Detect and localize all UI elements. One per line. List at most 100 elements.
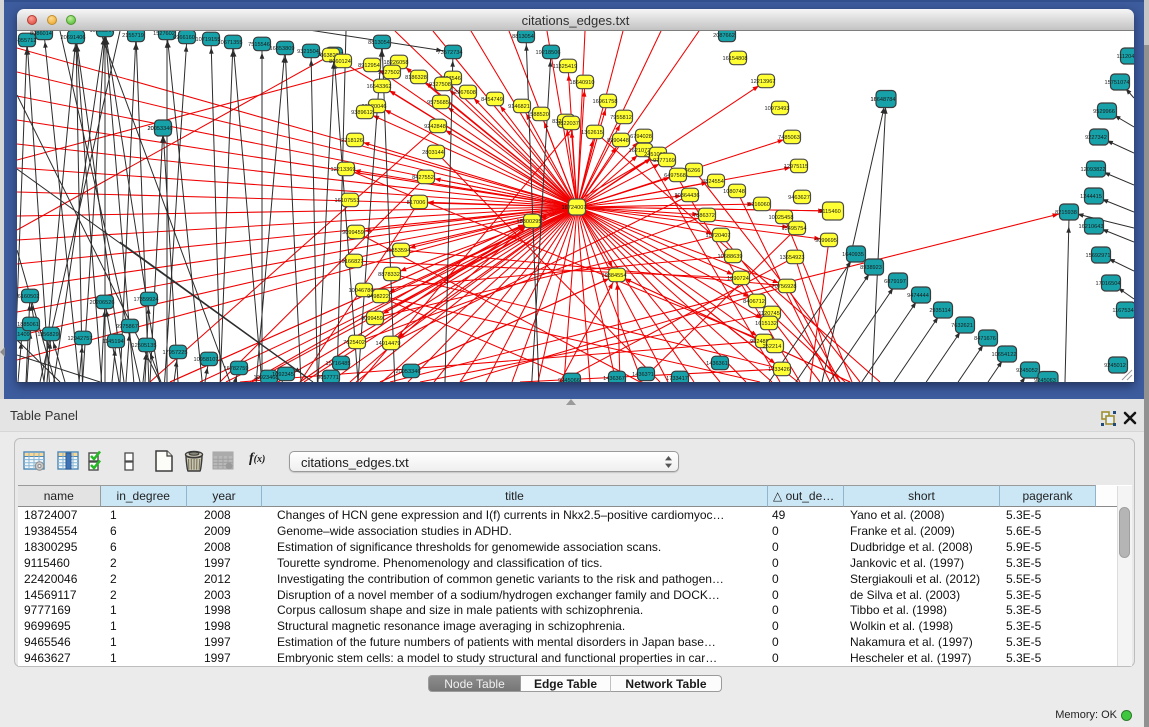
svg-text:20053346: 20053346 (396, 369, 421, 375)
svg-text:3911409: 3911409 (17, 332, 30, 338)
svg-text:6879197: 6879197 (884, 279, 906, 285)
svg-text:252214: 252214 (763, 344, 782, 350)
svg-text:6497568: 6497568 (664, 173, 686, 179)
svg-text:8813054: 8813054 (368, 40, 390, 46)
svg-text:18300295: 18300295 (517, 219, 542, 225)
svg-text:15720407: 15720407 (706, 233, 731, 239)
svg-text:1145194: 1145194 (102, 339, 123, 345)
svg-text:8660124: 8660124 (329, 59, 351, 65)
svg-text:1436361: 1436361 (706, 361, 728, 367)
svg-text:8813054: 8813054 (512, 34, 534, 40)
svg-text:9321504: 9321504 (297, 49, 319, 55)
svg-text:9529966: 9529966 (1093, 109, 1115, 115)
svg-text:3822037: 3822037 (557, 121, 579, 127)
svg-text:9327502: 9327502 (378, 70, 400, 76)
svg-text:1885061: 1885061 (17, 322, 39, 328)
svg-text:15751074: 15751074 (1105, 80, 1130, 86)
svg-text:9975867: 9975867 (116, 324, 138, 330)
svg-text:6216060: 6216060 (748, 202, 770, 208)
svg-text:7515546: 7515546 (248, 42, 270, 48)
svg-text:2087662: 2087662 (713, 33, 735, 39)
svg-text:13654923: 13654923 (780, 255, 805, 261)
svg-text:2155719: 2155719 (122, 33, 144, 39)
svg-text:1615132: 1615132 (755, 321, 777, 327)
svg-text:817006: 817006 (407, 200, 426, 206)
svg-text:7886372: 7886372 (693, 213, 715, 219)
svg-text:8938923: 8938923 (860, 265, 882, 271)
svg-text:1167534: 1167534 (1112, 308, 1133, 314)
svg-text:16107553: 16107553 (335, 198, 360, 204)
svg-text:11353594: 11353594 (386, 248, 410, 254)
svg-text:10671355: 10671355 (218, 40, 243, 46)
svg-text:8406712: 8406712 (743, 299, 765, 305)
svg-text:9245052: 9245052 (1016, 368, 1038, 374)
svg-text:9245066: 9245066 (558, 378, 580, 382)
svg-text:14914479: 14914479 (376, 341, 401, 347)
svg-text:2935114: 2935114 (929, 308, 950, 314)
svg-text:9115460: 9115460 (819, 209, 840, 215)
svg-text:9498222: 9498222 (367, 294, 389, 300)
svg-text:1112043: 1112043 (1117, 54, 1134, 60)
svg-text:19384554: 19384554 (602, 273, 627, 279)
svg-text:8215938: 8215938 (1055, 210, 1077, 216)
svg-text:9463627: 9463627 (788, 195, 810, 201)
svg-text:8454749: 8454749 (481, 97, 503, 103)
svg-text:73572734: 73572734 (438, 50, 463, 56)
svg-text:12213369: 12213369 (331, 167, 356, 173)
svg-text:16961758: 16961758 (593, 99, 618, 105)
svg-text:10973493: 10973493 (765, 106, 790, 112)
svg-text:9099459: 9099459 (361, 316, 383, 322)
svg-text:8912954: 8912954 (358, 63, 380, 69)
svg-text:7955812: 7955812 (610, 115, 632, 121)
svg-text:6794028: 6794028 (630, 134, 652, 140)
svg-text:16853809: 16853809 (270, 46, 295, 52)
svg-text:12505135: 12505135 (132, 343, 157, 349)
svg-text:20691406: 20691406 (61, 35, 86, 41)
svg-text:12942757: 12942757 (68, 336, 93, 342)
svg-text:9657771: 9657771 (317, 375, 339, 381)
svg-text:20206526: 20206526 (90, 300, 115, 306)
svg-text:2718126: 2718126 (341, 138, 363, 144)
svg-text:1436367: 1436367 (603, 376, 625, 382)
svg-text:7625402: 7625402 (343, 340, 365, 346)
svg-text:10688639: 10688639 (718, 254, 743, 260)
svg-text:8471676: 8471676 (974, 336, 996, 342)
svg-text:16154808: 16154808 (723, 56, 748, 62)
svg-text:1362615: 1362615 (581, 130, 603, 136)
svg-text:1733417: 1733417 (666, 376, 688, 382)
svg-text:70756928: 70756928 (772, 284, 797, 290)
svg-text:8990448: 8990448 (607, 138, 629, 144)
svg-text:16210643: 16210643 (1079, 224, 1104, 230)
svg-text:9777169: 9777169 (653, 158, 675, 164)
svg-text:1156829: 1156829 (37, 332, 58, 338)
svg-text:11325419: 11325419 (553, 64, 577, 70)
svg-text:19166827: 19166827 (339, 259, 364, 265)
svg-text:10653267: 10653267 (90, 31, 115, 34)
svg-text:17359924: 17359924 (134, 297, 159, 303)
svg-text:2803144: 2803144 (422, 150, 444, 156)
svg-text:17016504: 17016504 (1096, 281, 1121, 287)
svg-text:10025458: 10025458 (769, 215, 794, 221)
svg-text:9327508: 9327508 (429, 82, 451, 88)
svg-text:9099459: 9099459 (342, 230, 364, 236)
svg-text:12975115: 12975115 (784, 164, 808, 170)
svg-text:9146821: 9146821 (508, 104, 530, 110)
svg-text:2967608: 2967608 (454, 90, 476, 96)
svg-text:7632621: 7632621 (951, 323, 973, 329)
svg-text:1890724: 1890724 (727, 276, 749, 282)
svg-text:9389612: 9389612 (351, 110, 373, 116)
svg-text:1244415: 1244415 (1080, 194, 1102, 200)
svg-text:10958107: 10958107 (194, 357, 219, 363)
svg-text:8878332: 8878332 (378, 272, 400, 278)
svg-text:10654122: 10654122 (992, 352, 1017, 358)
svg-text:20364436: 20364436 (675, 193, 700, 199)
svg-text:9575685: 9575685 (427, 100, 449, 106)
svg-text:20053346: 20053346 (148, 126, 173, 132)
svg-text:9227342: 9227342 (1085, 135, 1107, 141)
svg-text:12213967: 12213967 (751, 79, 776, 85)
svg-text:3824554: 3824554 (702, 179, 724, 185)
svg-text:8186328: 8186328 (405, 75, 427, 81)
svg-text:1640935: 1640935 (842, 252, 864, 258)
svg-text:16782759: 16782759 (224, 366, 249, 372)
svg-text:18640910: 18640910 (570, 80, 595, 86)
